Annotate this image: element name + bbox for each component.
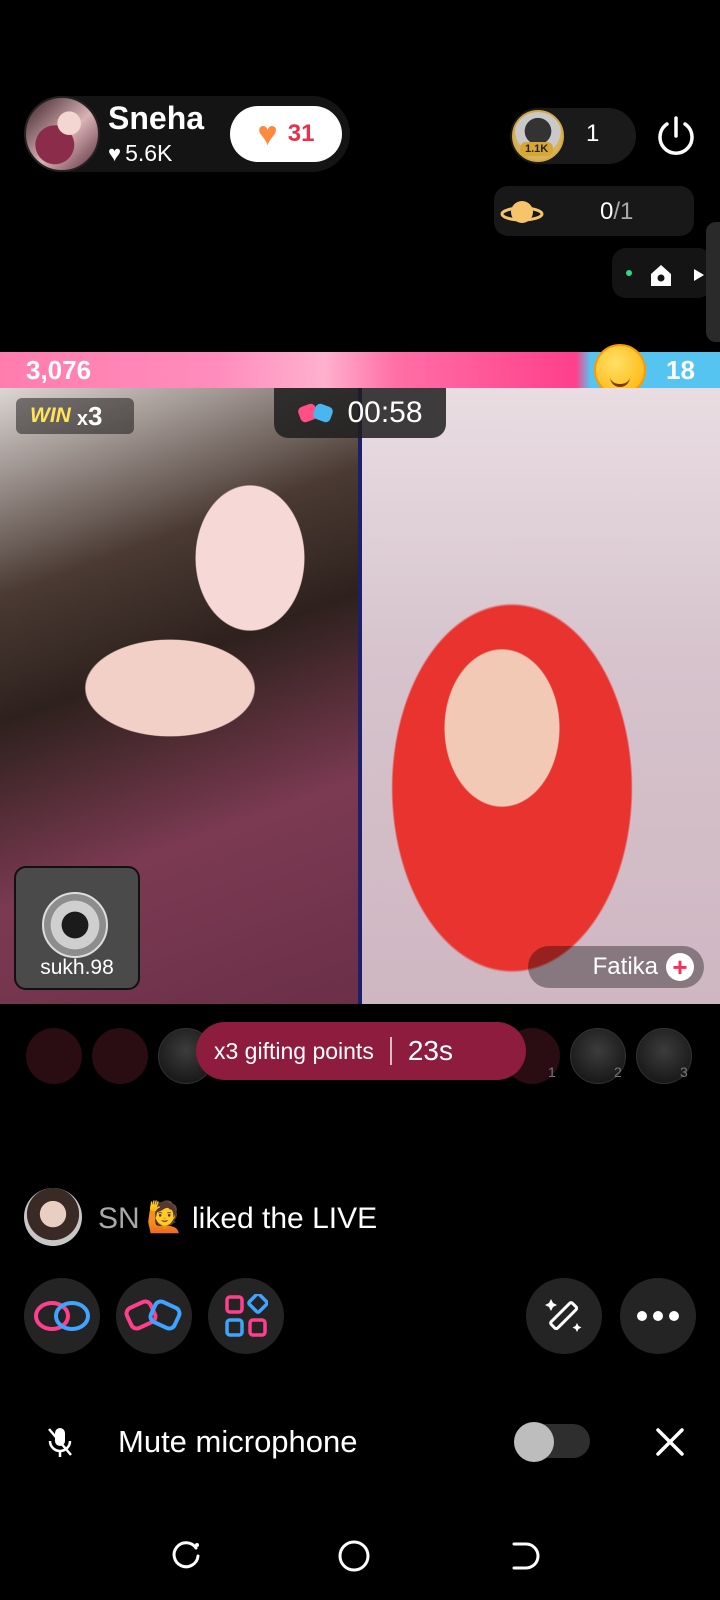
link-button[interactable] — [24, 1278, 100, 1354]
back-nav-icon[interactable] — [504, 1536, 544, 1576]
seat-number: 2 — [614, 1064, 622, 1080]
more-button[interactable] — [620, 1278, 696, 1354]
heart-icon: ♥ — [108, 140, 122, 166]
orange-heart-icon: ♥ — [257, 115, 278, 153]
planet-total: /1 — [613, 198, 634, 225]
planet-current: 0 — [600, 198, 614, 225]
seat-empty[interactable] — [26, 1028, 82, 1084]
planet-progress: 0/1 — [600, 198, 633, 226]
effects-button[interactable] — [526, 1278, 602, 1354]
more-dots-icon — [637, 1311, 679, 1321]
opponent-tag[interactable]: Fatika + — [528, 946, 704, 988]
gifting-label: x3 gifting points — [214, 1037, 374, 1064]
comment-user[interactable]: SN — [98, 1202, 140, 1236]
battle-gloves-icon — [298, 403, 334, 423]
host-likes: ♥ 5.6K — [108, 140, 172, 167]
gifting-countdown: 23s — [407, 1035, 453, 1066]
comment-avatar[interactable] — [24, 1188, 82, 1246]
win-mult-num: 3 — [87, 400, 103, 431]
battle-button[interactable] — [116, 1278, 192, 1354]
follow-plus-icon[interactable]: + — [666, 953, 694, 981]
toggle-knob[interactable] — [514, 1422, 554, 1462]
link-rings-icon — [34, 1301, 90, 1331]
opponent-video[interactable] — [362, 388, 720, 1004]
play-arrow-icon[interactable] — [692, 268, 706, 282]
seat-empty[interactable] — [92, 1028, 148, 1084]
gift-count-button[interactable]: ♥ 31 — [230, 106, 342, 162]
comment-emoji: 🙋 — [146, 1201, 184, 1234]
apps-grid-icon — [225, 1294, 268, 1337]
comment-text: liked the LIVE — [192, 1202, 378, 1235]
side-drawer-handle[interactable] — [706, 222, 720, 342]
live-dot — [626, 270, 632, 276]
seat-number: 1 — [548, 1064, 556, 1080]
gifting-points-banner: x3 gifting points 23s — [196, 1022, 526, 1080]
gift-count: 31 — [287, 120, 315, 147]
recent-apps-icon[interactable] — [166, 1536, 206, 1576]
planet-icon — [500, 201, 544, 223]
home-nav-icon[interactable] — [334, 1536, 374, 1576]
host-avatar[interactable] — [24, 96, 100, 172]
mute-microphone-label: Mute microphone — [118, 1424, 358, 1459]
gifting-separator — [389, 1037, 392, 1065]
battle-timer: 00:58 — [274, 388, 446, 438]
host-name: Sneha — [108, 100, 205, 136]
magic-wand-icon — [545, 1299, 582, 1332]
close-icon[interactable] — [652, 1424, 688, 1460]
seat-number: 3 — [680, 1064, 688, 1080]
right-score: 18 — [666, 355, 695, 385]
win-label: WIN — [30, 404, 71, 427]
power-icon[interactable] — [652, 112, 700, 160]
win-multiplier: x3 — [77, 401, 103, 432]
host-likes-count: 5.6K — [125, 140, 173, 166]
win-streak-badge: WIN x3 — [16, 398, 134, 434]
guest-avatar[interactable] — [42, 892, 108, 958]
opponent-name: Fatika — [592, 953, 658, 980]
mic-off-icon — [48, 1428, 72, 1457]
home-icon[interactable] — [648, 262, 674, 288]
viewer-badge: 1.1K — [520, 142, 554, 156]
left-score: 3,076 — [26, 355, 92, 385]
video-divider — [358, 388, 362, 1004]
boxing-gloves-icon — [124, 1299, 182, 1331]
guest-name: sukh.98 — [40, 956, 114, 979]
win-mult-x: x — [76, 407, 88, 430]
apps-button[interactable] — [208, 1278, 284, 1354]
timer-text: 00:58 — [347, 396, 423, 429]
viewer-count: 1 — [586, 120, 600, 147]
